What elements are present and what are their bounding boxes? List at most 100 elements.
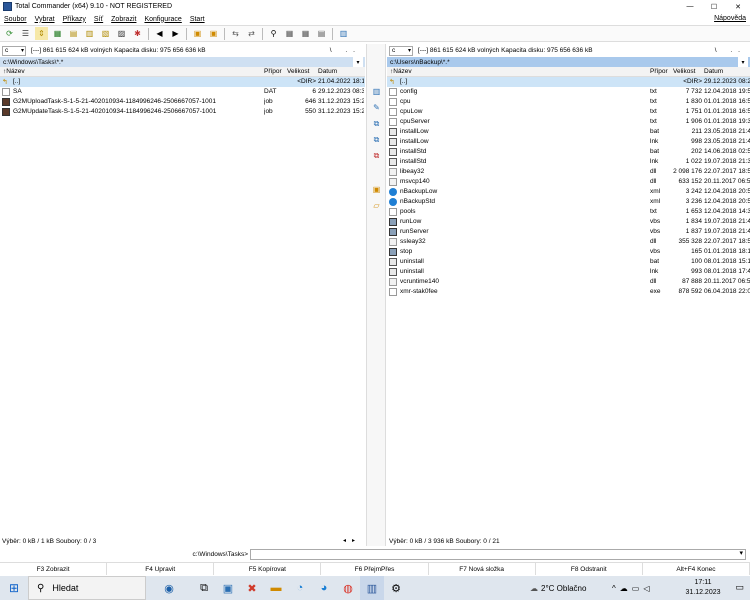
minimize-button[interactable]: — — [678, 0, 702, 13]
menu-zobrazit[interactable]: Zobrazit — [111, 16, 136, 23]
edge-browser-icon[interactable]: ◔ — [288, 576, 312, 600]
invert-selection-icon[interactable]: ▥ — [83, 27, 96, 40]
table-row[interactable]: msvcp140 dll 633 152 20.11.2017 06:54 — [387, 177, 750, 187]
table-row[interactable]: stop vbs 165 01.01.2018 18:19 — [387, 247, 750, 257]
close-button[interactable]: ✕ — [726, 0, 750, 13]
table-row[interactable]: ssleay32 dll 355 328 22.07.2017 18:58 — [387, 237, 750, 247]
table-row[interactable]: runServer vbs 1 837 19.07.2018 21:44 — [387, 227, 750, 237]
right-col-name[interactable]: ↑Název — [390, 68, 412, 75]
teams-icon[interactable]: ▣ — [216, 576, 240, 600]
table-row[interactable]: cpu txt 1 830 01.01.2018 16:57 — [387, 97, 750, 107]
onedrive-icon[interactable]: ☁ — [620, 584, 632, 593]
right-col-date[interactable]: Datum — [704, 68, 723, 75]
table-row[interactable]: installStd lnk 1 022 19.07.2018 21:39 — [387, 157, 750, 167]
task-view-icon[interactable]: ⧉ — [192, 576, 216, 600]
left-col-date[interactable]: Datum — [318, 68, 337, 75]
table-row[interactable]: cpuLow txt 1 751 01.01.2018 16:57 — [387, 107, 750, 117]
left-col-ext[interactable]: Přípor — [264, 68, 282, 75]
left-col-name[interactable]: ↑Název — [3, 68, 25, 75]
move-icon[interactable]: ⧉ — [371, 134, 382, 145]
command-line-input[interactable] — [250, 548, 746, 560]
right-root-buttons[interactable]: \ .. — [715, 47, 746, 54]
compare-icon[interactable]: ▨ — [115, 27, 128, 40]
taskbar-clock[interactable]: 17:11 31.12.2023 — [680, 578, 726, 598]
left-drive-select[interactable]: c — [2, 45, 26, 56]
left-history-button[interactable]: ▾ — [353, 57, 363, 67]
maximize-button[interactable]: ☐ — [702, 0, 726, 13]
menu-konfigurace[interactable]: Konfigurace — [144, 16, 181, 23]
table-row[interactable]: installStd bat 202 14.06.2018 02:58 — [387, 147, 750, 157]
windows-start-icon[interactable]: ⊞ — [0, 576, 28, 600]
select-all-icon[interactable]: ▧ — [99, 27, 112, 40]
f5-copy-button[interactable]: F5 Kopírovat — [214, 563, 322, 575]
alt-f4-exit-button[interactable]: Alt+F4 Konec — [643, 563, 750, 575]
table-row[interactable]: vcruntime140 dll 87 888 20.11.2017 06:54 — [387, 277, 750, 287]
table-row[interactable]: config txt 7 732 12.04.2018 19:55 — [387, 87, 750, 97]
menu-sit[interactable]: Síť — [94, 16, 103, 23]
left-path-bar[interactable]: c:\Windows\Tasks\*.* ▾ — [0, 57, 365, 67]
taskbar-search[interactable]: ⚲ Hledat — [28, 576, 146, 600]
f4-edit-button[interactable]: F4 Upravit — [107, 563, 215, 575]
brief-view-icon[interactable]: ☰ — [19, 27, 32, 40]
table-row[interactable]: installLow lnk 998 23.05.2018 21:46 — [387, 137, 750, 147]
thumbnails-icon[interactable]: ▦ — [51, 27, 64, 40]
total-commander-taskbar-icon[interactable]: ▥ — [360, 576, 384, 600]
new-folder-icon[interactable]: ▱ — [371, 200, 382, 211]
full-view-icon[interactable]: ⇕ — [35, 27, 48, 40]
menu-help[interactable]: Nápověda — [714, 15, 746, 22]
table-row[interactable]: SA DAT 6 29.12.2023 08:38 — [0, 87, 365, 97]
table-row[interactable]: G2MUpdateTask-S-1-5-21-402010934-1184996… — [0, 107, 365, 117]
notifications-icon[interactable]: ▭ — [735, 582, 744, 593]
tray-chevron-icon[interactable]: ^ — [612, 584, 620, 593]
tree-view-icon[interactable]: ▤ — [67, 27, 80, 40]
table-row[interactable]: ↰ [..] <DIR> 21.04.2022 18:19 — [0, 77, 365, 87]
edge-icon[interactable]: ◕ — [312, 576, 336, 600]
menu-start[interactable]: Start — [190, 16, 205, 23]
notepad-icon[interactable]: ▥ — [337, 27, 350, 40]
left-scroll-arrows[interactable]: ◂▸ — [343, 537, 361, 544]
table-row[interactable]: installLow bat 211 23.05.2018 21:46 — [387, 127, 750, 137]
menu-soubor[interactable]: Soubor — [4, 16, 27, 23]
weather-widget[interactable]: ☁ 2°C Oblačno — [530, 576, 586, 600]
table-row[interactable]: libeay32 dll 2 098 176 22.07.2017 18:58 — [387, 167, 750, 177]
multi-rename-icon[interactable]: ▦ — [283, 27, 296, 40]
f3-view-button[interactable]: F3 Zobrazit — [0, 563, 108, 575]
table-row[interactable]: G2MUploadTask-S-1-5-21-402010934-1184996… — [0, 97, 365, 107]
table-row[interactable]: runLow vbs 1 834 19.07.2018 21:44 — [387, 217, 750, 227]
pack-icon[interactable]: ✱ — [131, 27, 144, 40]
table-row[interactable]: pools txt 1 653 12.04.2018 14:33 — [387, 207, 750, 217]
right-drive-select[interactable]: c — [389, 45, 413, 56]
table-row[interactable]: uninstall bat 100 08.01.2018 15:16 — [387, 257, 750, 267]
widgets-icon[interactable]: ◉ — [146, 576, 192, 600]
f6-move-button[interactable]: F6 PřejmPřes — [321, 563, 429, 575]
settings-gear-icon[interactable]: ⚙ — [384, 576, 408, 600]
copy-names-icon[interactable]: ▤ — [315, 27, 328, 40]
archive-icon[interactable]: ▣ — [371, 184, 382, 195]
edit-icon[interactable]: ✎ — [371, 102, 382, 113]
menu-prikazy[interactable]: Příkazy — [63, 16, 86, 23]
back-arrow-icon[interactable]: ◀ — [153, 27, 166, 40]
red-app-icon[interactable]: ✖ — [240, 576, 264, 600]
chrome-icon[interactable]: ◍ — [336, 576, 360, 600]
table-row[interactable]: xmr-stak0fee exe 878 592 06.04.2018 22:07 — [387, 287, 750, 297]
right-col-ext[interactable]: Přípor — [650, 68, 668, 75]
forward-arrow-icon[interactable]: ▶ — [169, 27, 182, 40]
left-root-buttons[interactable]: \ .. — [330, 47, 361, 54]
sync-dirs-icon[interactable]: ▦ — [299, 27, 312, 40]
network-icon[interactable]: ▭ — [632, 584, 644, 593]
table-row[interactable]: uninstall lnk 993 08.01.2018 17:47 — [387, 267, 750, 277]
table-row[interactable]: nBackupStd xml 3 236 12.04.2018 20:53 — [387, 197, 750, 207]
table-row[interactable]: cpuServer txt 1 906 01.01.2018 19:37 — [387, 117, 750, 127]
left-col-size[interactable]: Velikost — [287, 68, 309, 75]
file-explorer-icon[interactable]: ▬ — [264, 576, 288, 600]
table-row[interactable]: nBackupLow xml 3 242 12.04.2018 20:52 — [387, 187, 750, 197]
right-history-button[interactable]: ▾ — [738, 57, 748, 67]
table-row[interactable]: ↰ [..] <DIR> 29.12.2023 08:24 — [387, 77, 750, 87]
ftp-connect-icon[interactable]: ⇆ — [229, 27, 242, 40]
copy-icon[interactable]: ⧉ — [371, 118, 382, 129]
delete-icon[interactable]: ⧉ — [371, 150, 382, 161]
find-files-icon[interactable]: ⚲ — [267, 27, 280, 40]
menu-vybrat[interactable]: Vybrat — [35, 16, 55, 23]
right-path-bar[interactable]: c:\Users\nBackup\*.* ▾ — [387, 57, 750, 67]
refresh-icon[interactable]: ⟳ — [3, 27, 16, 40]
